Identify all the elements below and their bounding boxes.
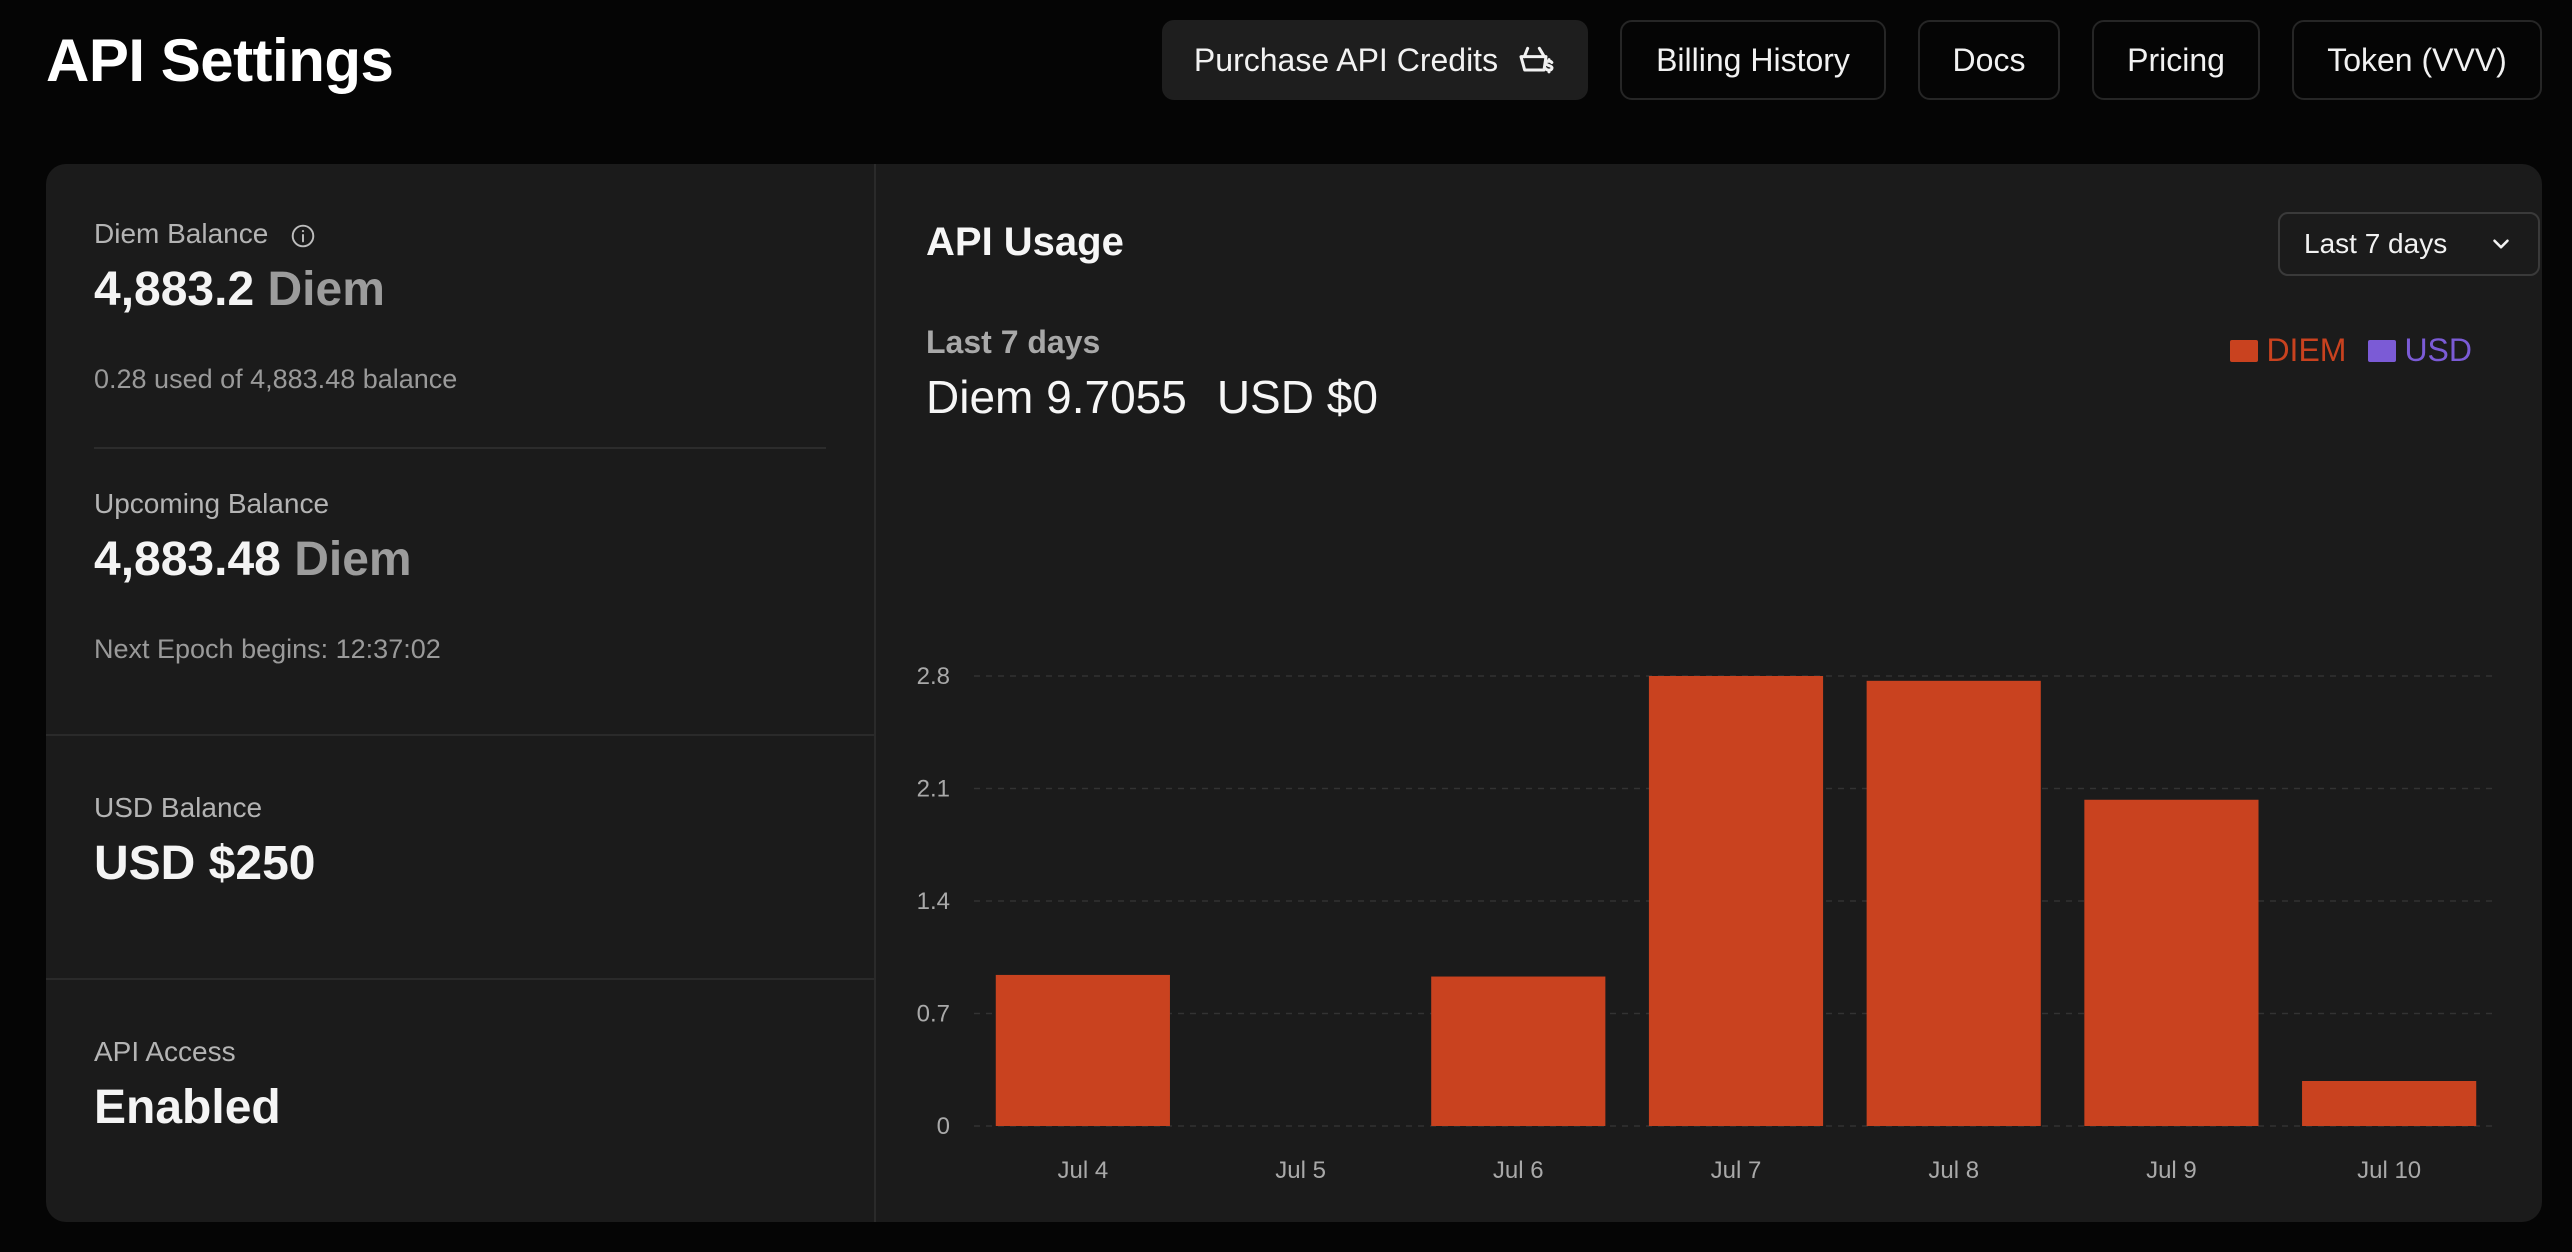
y-tick-label: 0 — [937, 1113, 950, 1140]
x-tick-label: Jul 7 — [1711, 1157, 1762, 1184]
api-access-section: API Access Enabled — [46, 978, 876, 1222]
total-diem: Diem 9.7055 — [926, 371, 1187, 423]
diem-balance-amount: 4,883.2 — [94, 263, 255, 316]
token-vvv-button[interactable]: Token (VVV) — [2292, 20, 2542, 100]
usage-bar-chart: 0 0.7 1.4 2.1 2.8 Jul 4 Jul 5 Jul 6 Jul 7 Jul 8 Ju… — [917, 663, 2498, 1184]
date-range-select[interactable]: Last 7 days — [2278, 212, 2540, 276]
pricing-button[interactable]: Pricing — [2092, 20, 2260, 100]
y-tick-label: 0.7 — [917, 1001, 950, 1028]
legend-swatch-usd — [2368, 339, 2397, 362]
x-tick-label: Jul 8 — [1928, 1157, 1979, 1184]
bar-diem — [1866, 680, 2041, 1126]
bar-diem — [1648, 676, 1824, 1126]
total-usd: USD $0 — [1216, 371, 1378, 423]
legend-label-diem: DIEM — [2266, 332, 2347, 368]
docs-button[interactable]: Docs — [1918, 20, 2060, 100]
page-title: API Settings — [46, 27, 394, 94]
upcoming-balance-value: 4,883.48 Diem — [94, 532, 412, 587]
upcoming-balance-unit: Diem — [294, 533, 412, 586]
usd-balance-section: USD Balance USD $250 — [46, 734, 876, 978]
x-tick-label: Jul 6 — [1493, 1157, 1544, 1184]
settings-card: Diem Balance 4,883.2 Diem 0.28 used of 4… — [46, 164, 2542, 1222]
diem-balance-label-row: Diem Balance — [94, 218, 316, 250]
x-tick-label: Jul 5 — [1275, 1157, 1326, 1184]
diem-balance-label: Diem Balance — [94, 218, 269, 249]
next-epoch-text: Next Epoch begins: 12:37:02 — [94, 634, 441, 664]
basket-dollar-icon — [1519, 46, 1554, 74]
legend-item-diem[interactable]: DIEM — [2230, 332, 2346, 369]
y-tick-label: 1.4 — [917, 888, 950, 915]
usage-totals: Diem 9.7055 USD $0 — [926, 370, 1378, 424]
api-access-label: API Access — [94, 1036, 236, 1067]
diem-balance-section: Diem Balance 4,883.2 Diem 0.28 used of 4… — [46, 164, 876, 734]
legend-item-usd[interactable]: USD — [2368, 332, 2472, 369]
balances-panel: Diem Balance 4,883.2 Diem 0.28 used of 4… — [46, 164, 876, 1222]
legend-swatch-diem — [2230, 339, 2259, 362]
x-tick-label: Jul 10 — [2357, 1157, 2421, 1184]
usage-period-label: Last 7 days — [926, 324, 1101, 360]
bar-diem — [2302, 1081, 2477, 1126]
date-range-value: Last 7 days — [2304, 228, 2448, 259]
usd-balance-label: USD Balance — [94, 792, 263, 823]
x-tick-label: Jul 9 — [2146, 1157, 2197, 1184]
diem-balance-value: 4,883.2 Diem — [94, 262, 385, 317]
diem-balance-unit: Diem — [267, 263, 385, 316]
api-usage-title: API Usage — [926, 220, 1124, 264]
bar-diem — [2084, 799, 2259, 1126]
page-header: API Settings Purchase API Credits Billin… — [0, 0, 2572, 120]
diem-balance-usage: 0.28 used of 4,883.48 balance — [94, 364, 458, 394]
api-access-value: Enabled — [94, 1081, 281, 1134]
usd-balance-value: USD $250 — [94, 837, 316, 890]
purchase-api-credits-button[interactable]: Purchase API Credits — [1162, 20, 1588, 100]
info-icon[interactable] — [290, 223, 316, 249]
billing-history-button[interactable]: Billing History — [1620, 20, 1886, 100]
chart-legend: DIEM USD — [2230, 332, 2472, 369]
bar-diem — [995, 974, 1170, 1126]
y-tick-label: 2.8 — [917, 663, 950, 690]
bar-diem — [1431, 976, 1606, 1126]
chevron-down-icon — [2493, 239, 2509, 249]
api-usage-panel: API Usage Last 7 days Last 7 days Diem 9… — [878, 164, 2542, 1222]
y-tick-label: 2.1 — [917, 776, 950, 803]
legend-label-usd: USD — [2404, 332, 2472, 368]
upcoming-balance-amount: 4,883.48 — [94, 533, 281, 586]
upcoming-balance-label: Upcoming Balance — [94, 488, 330, 519]
x-tick-label: Jul 4 — [1058, 1157, 1109, 1184]
section-divider — [94, 447, 826, 449]
purchase-button-label: Purchase API Credits — [1193, 41, 1499, 78]
